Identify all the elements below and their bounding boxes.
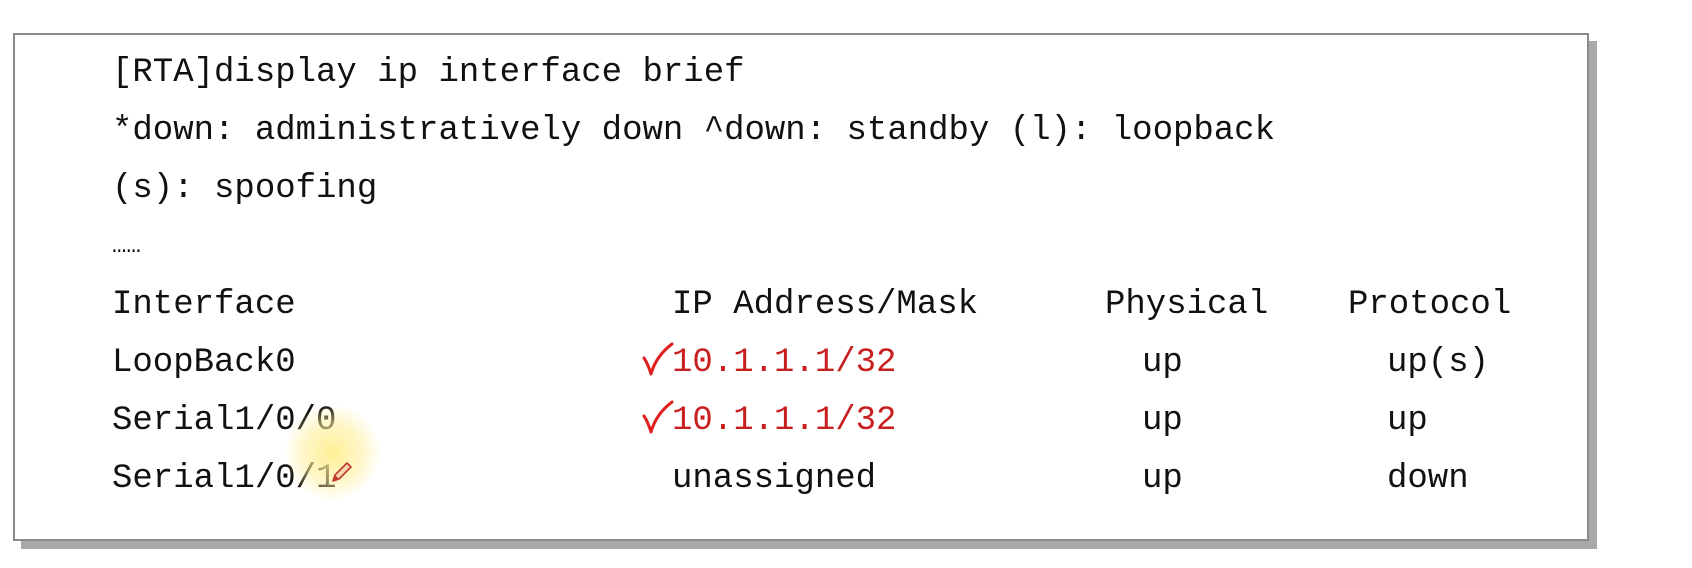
pen-cursor-icon (332, 462, 352, 482)
row-physical: up (1142, 460, 1183, 498)
row-protocol: up (1387, 402, 1428, 440)
row-protocol: down (1387, 460, 1469, 498)
header-ip-address: IP Address/Mask (672, 286, 979, 324)
row-ip-address: 10.1.1.1/32 (672, 402, 897, 440)
ellipsis: …… (112, 233, 141, 260)
header-interface: Interface (112, 286, 296, 324)
terminal-output-panel: [RTA]display ip interface brief *down: a… (13, 33, 1589, 541)
row-physical: up (1142, 402, 1183, 440)
checkmark-icon (642, 342, 674, 376)
row-interface: LoopBack0 (112, 344, 296, 382)
checkmark-icon (642, 400, 674, 434)
header-protocol: Protocol (1348, 286, 1512, 324)
row-ip-address: 10.1.1.1/32 (672, 344, 897, 382)
row-physical: up (1142, 344, 1183, 382)
row-ip-address: unassigned (672, 460, 877, 498)
legend-line-2: (s): spoofing (112, 170, 378, 208)
slide-canvas: [RTA]display ip interface brief *down: a… (0, 0, 1692, 568)
cursor-highlight (285, 405, 380, 500)
legend-line-1: *down: administratively down ^down: stan… (112, 112, 1275, 150)
row-protocol: up(s) (1387, 344, 1490, 382)
command-line: [RTA]display ip interface brief (112, 54, 745, 92)
header-physical: Physical (1105, 286, 1269, 324)
